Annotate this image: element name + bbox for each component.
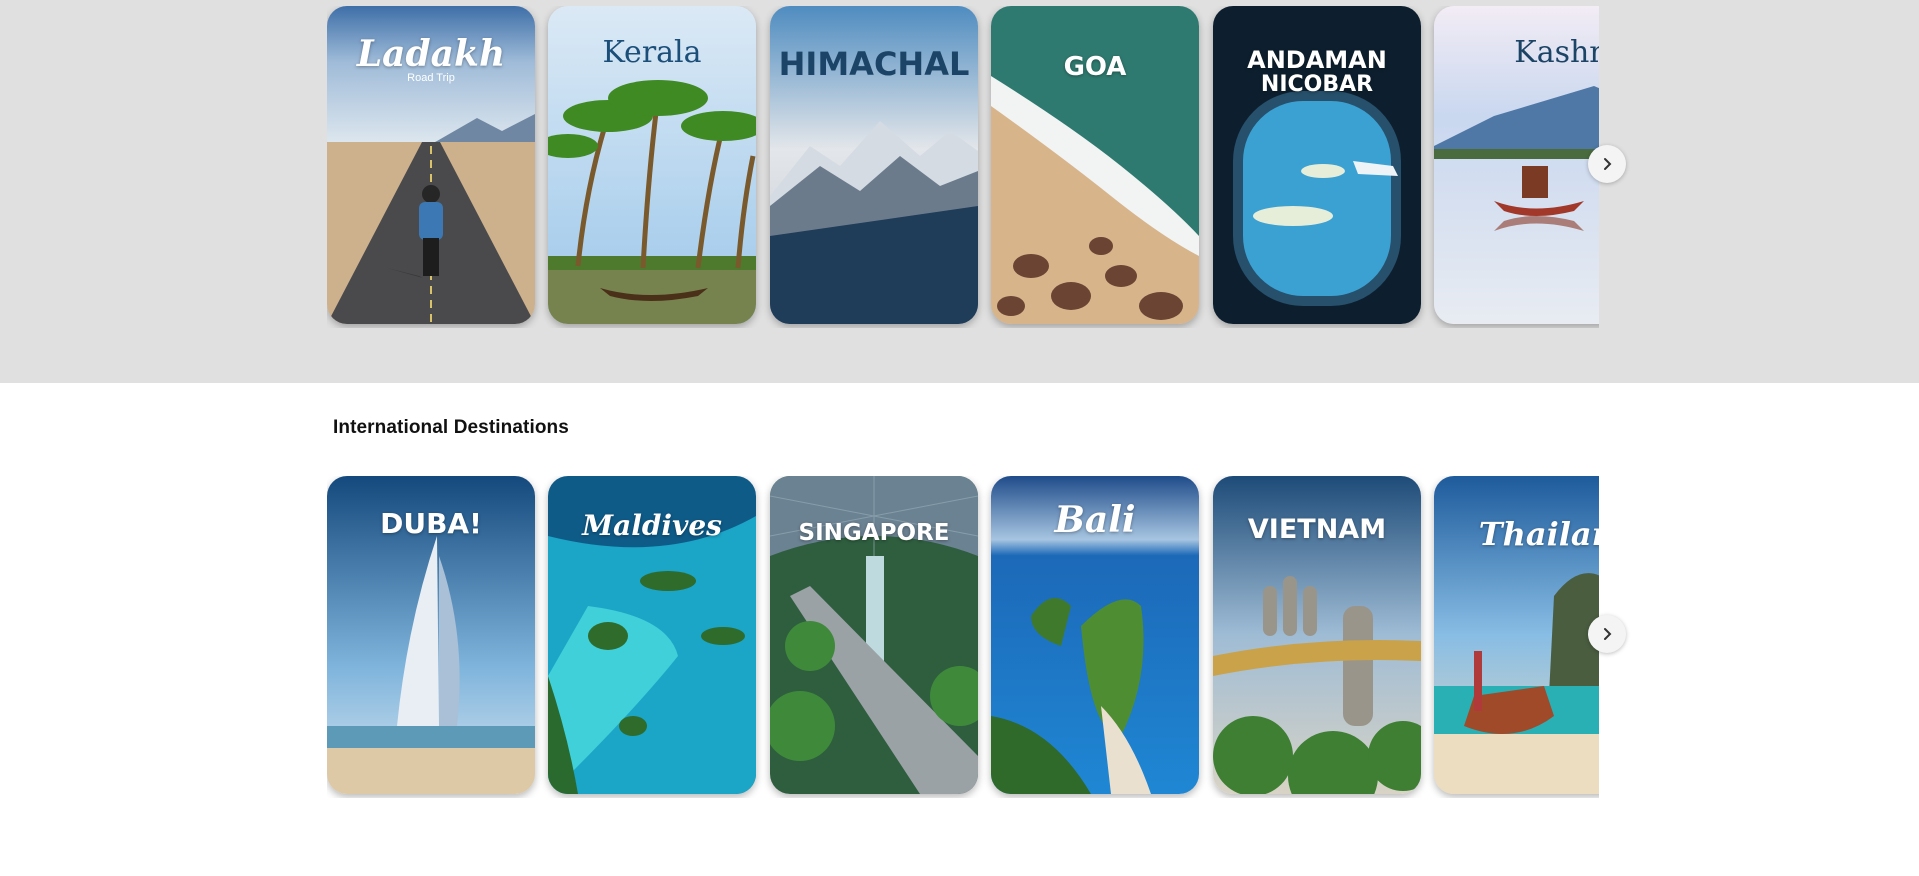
card-label: Thailand bbox=[1478, 515, 1599, 553]
domestic-next-button[interactable] bbox=[1588, 145, 1626, 183]
card-label: HIMACHAL bbox=[778, 45, 970, 83]
card-label: Kerala bbox=[602, 35, 702, 70]
section-title: International Destinations bbox=[333, 417, 569, 438]
destination-card-thailand[interactable]: Thailand bbox=[1434, 476, 1599, 794]
card-sublabel: Road Trip bbox=[407, 72, 455, 84]
card-label: DUBA! bbox=[380, 507, 482, 540]
destination-card-maldives[interactable]: Maldives bbox=[548, 476, 756, 794]
card-label: VIETNAM bbox=[1247, 514, 1387, 545]
destination-card-dubai[interactable]: DUBA! bbox=[327, 476, 535, 794]
card-label-line2: NICOBAR bbox=[1260, 72, 1374, 97]
destination-card-kerala[interactable]: Kerala bbox=[548, 6, 756, 324]
destination-card-goa[interactable]: GOA bbox=[991, 6, 1199, 324]
card-label: SINGAPORE bbox=[798, 520, 950, 546]
card-label: ANDAMAN bbox=[1247, 46, 1387, 74]
card-label: Kashmir bbox=[1514, 35, 1599, 70]
international-next-button[interactable] bbox=[1588, 615, 1626, 653]
card-label: Ladakh bbox=[356, 33, 506, 75]
destination-card-andaman[interactable]: ANDAMAN NICOBAR bbox=[1213, 6, 1421, 324]
domestic-carousel[interactable]: Ladakh Road Trip Kerala HIMACHAL GOA AND… bbox=[327, 6, 1599, 328]
destination-card-ladakh[interactable]: Ladakh Road Trip bbox=[327, 6, 535, 324]
chevron-right-icon bbox=[1604, 628, 1612, 640]
destination-card-singapore[interactable]: SINGAPORE bbox=[770, 476, 978, 794]
destination-card-kashmir[interactable]: Kashmir bbox=[1434, 6, 1599, 324]
card-label: GOA bbox=[1063, 52, 1127, 82]
card-label: Bali bbox=[1054, 499, 1136, 541]
chevron-right-icon bbox=[1604, 158, 1612, 170]
destination-card-vietnam[interactable]: VIETNAM bbox=[1213, 476, 1421, 794]
destination-card-bali[interactable]: Bali bbox=[991, 476, 1199, 794]
international-carousel[interactable]: DUBA! Maldives SINGAPORE Bali VIETNAM Th… bbox=[327, 476, 1599, 798]
destination-card-himachal[interactable]: HIMACHAL bbox=[770, 6, 978, 324]
card-label: Maldives bbox=[582, 509, 722, 542]
